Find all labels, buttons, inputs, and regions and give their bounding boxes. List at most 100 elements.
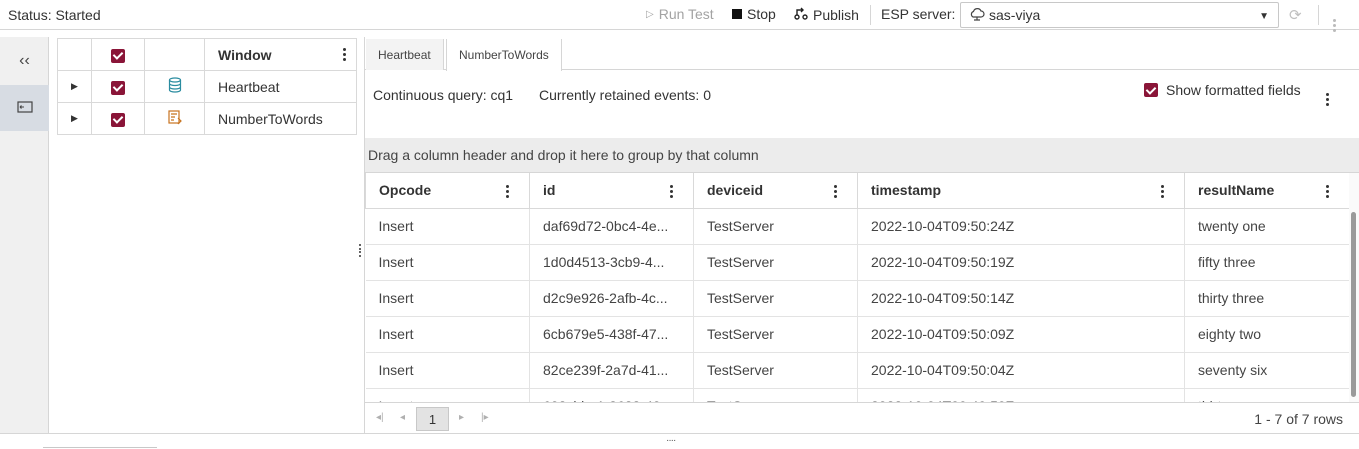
table-cell: thirteen — [1184, 388, 1349, 402]
row-checkbox[interactable] — [91, 70, 145, 103]
column-menu-icon[interactable] — [1326, 185, 1329, 198]
column-header-id[interactable]: id — [529, 173, 694, 209]
pane-splitter[interactable] — [359, 233, 361, 257]
table-cell: 2022-10-04T09:50:14Z — [857, 280, 1185, 317]
expand-arrow-icon[interactable]: ▶ — [57, 70, 92, 103]
toolbar-more-icon[interactable] — [1333, 9, 1336, 32]
column-menu-icon[interactable] — [343, 48, 346, 61]
table-cell: TestServer — [693, 388, 858, 402]
column-header-label: timestamp — [871, 182, 942, 199]
tab-heartbeat[interactable]: Heartbeat — [366, 39, 444, 70]
publish-icon — [794, 6, 808, 23]
table-cell: daf69d72-0bc4-4e... — [529, 208, 694, 245]
table-cell: d2c9e926-2afb-4c... — [529, 280, 694, 317]
refresh-icon[interactable]: ⟳ — [1289, 6, 1302, 24]
next-page-icon[interactable]: ▸ — [459, 412, 464, 423]
chevron-down-icon: ▼ — [1259, 11, 1269, 22]
bottom-splitter-handle[interactable]: ···· — [666, 435, 676, 446]
table-cell: fifty three — [1184, 244, 1349, 281]
run-test-button[interactable]: ▷ Run Test — [646, 6, 714, 22]
toolbar-divider — [870, 5, 871, 25]
stop-icon — [732, 9, 742, 19]
table-cell: 603cbbe1-3688-40... — [529, 388, 694, 402]
column-menu-icon[interactable] — [1161, 185, 1164, 198]
window-row-heartbeat[interactable]: ▶ Heartbeat — [57, 70, 357, 103]
publish-button[interactable]: Publish — [794, 6, 859, 23]
window-table: Window ▶ Heartbeat ▶ NumberToWords — [57, 38, 357, 135]
table-row[interactable]: Insert d2c9e926-2afb-4c... TestServer 2022-… — [365, 280, 1349, 317]
table-row[interactable]: Insert 82ce239f-2a7d-41... TestServer 2022-… — [365, 352, 1349, 389]
last-page-icon[interactable]: |▸ — [481, 412, 489, 423]
stop-button[interactable]: Stop — [732, 6, 776, 22]
table-cell: 2022-10-04T09:50:09Z — [857, 316, 1185, 353]
previous-page-icon[interactable]: ◂ — [400, 412, 405, 423]
events-table: Opcode id deviceid timestamp resultName Inse… — [365, 173, 1349, 402]
table-row[interactable]: Insert daf69d72-0bc4-4e... TestServer 2022-… — [365, 208, 1349, 245]
toolbar-divider-2 — [1318, 5, 1319, 25]
window-name: NumberToWords — [204, 102, 357, 135]
table-cell: TestServer — [693, 280, 858, 317]
scrollbar-thumb[interactable] — [1351, 212, 1356, 397]
column-header-label: resultName — [1198, 182, 1275, 199]
esp-server-select[interactable]: sas-viya ▼ — [960, 2, 1279, 28]
row-count-text: 1 - 7 of 7 rows — [1254, 411, 1343, 427]
window-name: Heartbeat — [204, 70, 357, 103]
table-cell: Insert — [365, 280, 530, 317]
group-by-drop-zone[interactable]: Drag a column header and drop it here to… — [365, 138, 1359, 173]
publish-label: Publish — [813, 6, 859, 23]
events-grid: Opcode id deviceid timestamp resultName Inse… — [365, 173, 1349, 402]
cloud-server-icon — [969, 7, 985, 24]
run-test-label: Run Test — [658, 6, 714, 22]
table-cell: 6cb679e5-438f-47... — [529, 316, 694, 353]
table-cell: 2022-10-04T09:50:04Z — [857, 352, 1185, 389]
status-text: Status: Started — [8, 7, 101, 23]
show-formatted-fields-checkbox[interactable]: Show formatted fields — [1144, 82, 1301, 98]
column-header-timestamp[interactable]: timestamp — [857, 173, 1185, 209]
table-cell: TestServer — [693, 316, 858, 353]
checkbox-checked-icon — [111, 48, 125, 63]
pager — [365, 402, 1359, 434]
tab-numbertowords[interactable]: NumberToWords — [446, 39, 562, 71]
show-formatted-label: Show formatted fields — [1166, 82, 1301, 98]
footer-divider — [43, 447, 157, 448]
column-menu-icon[interactable] — [834, 185, 837, 198]
table-cell: Insert — [365, 208, 530, 245]
expand-arrow-icon[interactable]: ▶ — [57, 102, 92, 135]
table-row[interactable]: Insert 1d0d4513-3cb9-4... TestServer 2022-1… — [365, 244, 1349, 281]
database-icon — [144, 70, 205, 103]
window-header-label: Window — [218, 46, 272, 63]
select-all-checkbox[interactable] — [91, 38, 145, 71]
table-row[interactable]: Insert603cbbe1-3688-40...TestServer2022-… — [365, 388, 1349, 402]
stop-label: Stop — [747, 6, 776, 22]
column-header-deviceid[interactable]: deviceid — [693, 173, 858, 209]
panel-more-icon[interactable] — [1326, 83, 1329, 106]
column-menu-icon[interactable] — [670, 185, 673, 198]
table-cell: Insert — [365, 244, 530, 281]
table-cell: Insert — [365, 316, 530, 353]
column-header-label: id — [543, 182, 556, 199]
table-row[interactable]: Insert 6cb679e5-438f-47... TestServer 2022-… — [365, 316, 1349, 353]
column-menu-icon[interactable] — [506, 185, 509, 198]
window-view-icon — [16, 100, 33, 116]
column-header-label: deviceid — [707, 182, 764, 199]
first-page-icon[interactable]: ◂| — [376, 412, 384, 423]
window-table-header: Window — [57, 38, 357, 71]
window-row-numbertowords[interactable]: ▶ NumberToWords — [57, 102, 357, 135]
table-cell: 2022-10-04T09:50:19Z — [857, 244, 1185, 281]
continuous-query-text: Continuous query: cq1 — [373, 87, 514, 103]
window-column-header[interactable]: Window — [204, 38, 357, 71]
current-page-button[interactable]: 1 — [416, 407, 449, 431]
table-cell: seventy six — [1184, 352, 1349, 389]
esp-server-label: ESP server: — [881, 6, 956, 22]
column-header-opcode[interactable]: Opcode — [365, 173, 530, 209]
checkbox-checked-icon — [1144, 83, 1158, 97]
table-cell: TestServer — [693, 352, 858, 389]
compute-icon — [144, 102, 205, 135]
play-icon: ▷ — [646, 8, 654, 20]
column-header-resultname[interactable]: resultName — [1184, 173, 1349, 209]
checkbox-checked-icon — [111, 80, 125, 95]
bottom-border — [0, 433, 1359, 434]
window-view-button[interactable] — [0, 85, 49, 131]
collapse-panel-icon[interactable]: ‹‹ — [0, 44, 49, 78]
row-checkbox[interactable] — [91, 102, 145, 135]
